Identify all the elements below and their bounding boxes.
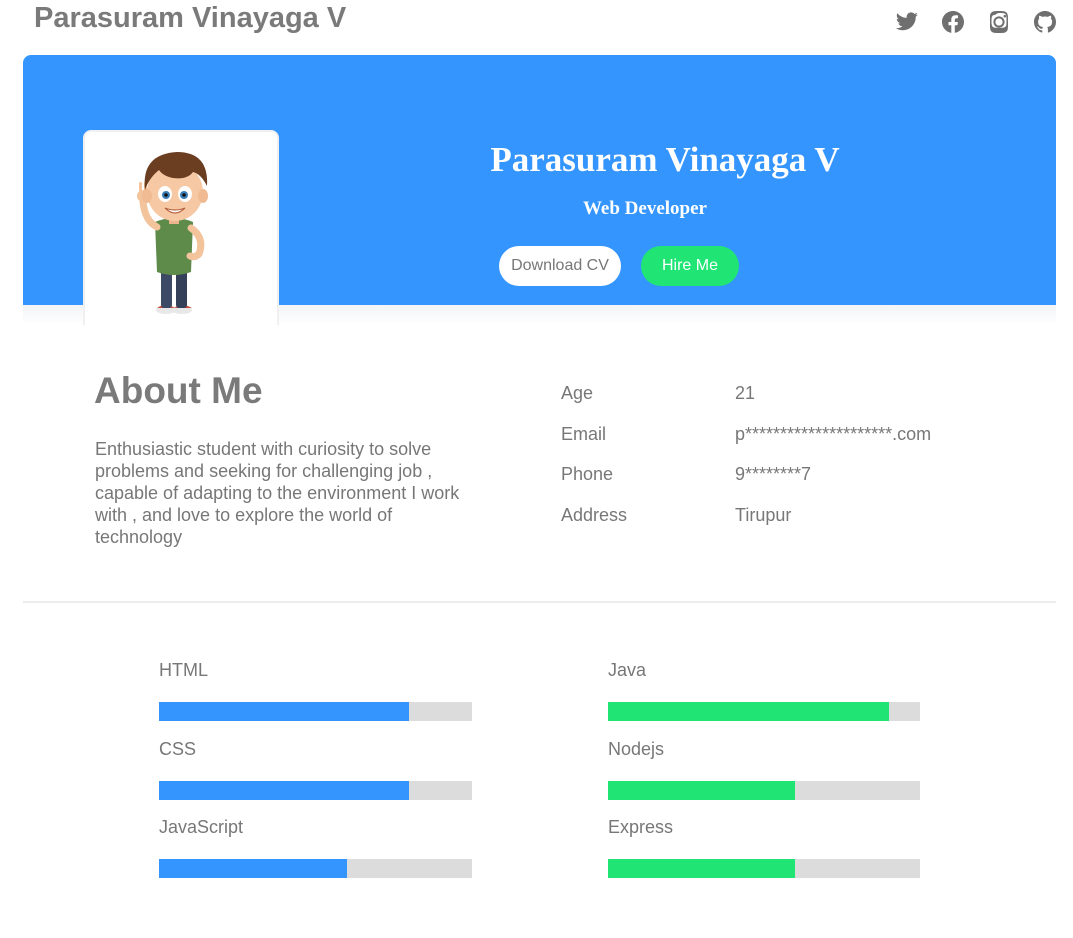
skills-right-column: Java Nodejs Express bbox=[608, 660, 920, 896]
skill-progress-bar bbox=[159, 702, 472, 721]
cartoon-boy-avatar bbox=[137, 152, 208, 314]
section-divider bbox=[23, 601, 1056, 603]
skill-name: JavaScript bbox=[159, 817, 244, 837]
info-label: Email bbox=[561, 423, 607, 444]
skill-progress-fill bbox=[159, 859, 347, 878]
skill-progress-fill bbox=[608, 702, 889, 721]
skill-item: Nodejs bbox=[608, 739, 920, 818]
skill-name: HTML bbox=[159, 660, 208, 680]
info-label: Age bbox=[561, 383, 594, 403]
skill-progress-bar bbox=[608, 859, 920, 878]
site-title[interactable]: Parasuram Vinayaga V bbox=[34, 2, 346, 35]
skill-progress-bar bbox=[608, 702, 920, 721]
skill-progress-fill bbox=[159, 780, 410, 800]
skill-name: Express bbox=[608, 817, 674, 837]
skill-item: Java bbox=[608, 660, 920, 739]
hero-name: Parasuram Vinayaga V bbox=[490, 140, 840, 179]
skill-progress-fill bbox=[608, 859, 796, 878]
skill-progress-bar bbox=[159, 780, 472, 800]
hire-me-button[interactable]: Hire Me bbox=[641, 246, 739, 286]
top-navbar: Parasuram Vinayaga V bbox=[0, 0, 1073, 55]
skill-name: Nodejs bbox=[608, 738, 665, 759]
avatar bbox=[83, 130, 279, 325]
about-text: Enthusiastic student with curiosity to s… bbox=[95, 439, 460, 547]
skill-name: Java bbox=[608, 660, 647, 680]
skill-progress-bar bbox=[159, 859, 472, 878]
about-title: About Me bbox=[94, 370, 263, 411]
skill-progress-fill bbox=[608, 780, 796, 800]
skill-progress-bar bbox=[608, 780, 920, 800]
github-link[interactable] bbox=[1033, 10, 1057, 34]
facebook-icon bbox=[942, 11, 964, 33]
info-value: p*********************.com bbox=[735, 423, 932, 444]
hero-role: Web Developer bbox=[582, 198, 707, 219]
info-value: 9********7 bbox=[735, 464, 812, 484]
skill-item: CSS bbox=[159, 739, 472, 818]
skills-left-column: HTML CSS JavaScript bbox=[159, 660, 472, 896]
social-links bbox=[895, 10, 1057, 34]
twitter-icon bbox=[896, 12, 918, 31]
skill-name: CSS bbox=[159, 738, 197, 759]
skill-item: JavaScript bbox=[159, 817, 472, 896]
facebook-link[interactable] bbox=[941, 10, 965, 34]
github-icon bbox=[1034, 11, 1056, 33]
instagram-icon bbox=[990, 11, 1008, 33]
twitter-link[interactable] bbox=[895, 10, 919, 34]
info-value: 21 bbox=[735, 383, 756, 403]
info-value: Tirupur bbox=[735, 504, 792, 525]
skill-item: HTML bbox=[159, 660, 472, 739]
instagram-link[interactable] bbox=[987, 10, 1011, 34]
download-cv-button[interactable]: Download CV bbox=[499, 246, 621, 286]
info-label: Address bbox=[561, 504, 628, 525]
skill-item: Express bbox=[608, 817, 920, 896]
info-label: Phone bbox=[561, 464, 614, 484]
skill-progress-fill bbox=[159, 702, 410, 721]
